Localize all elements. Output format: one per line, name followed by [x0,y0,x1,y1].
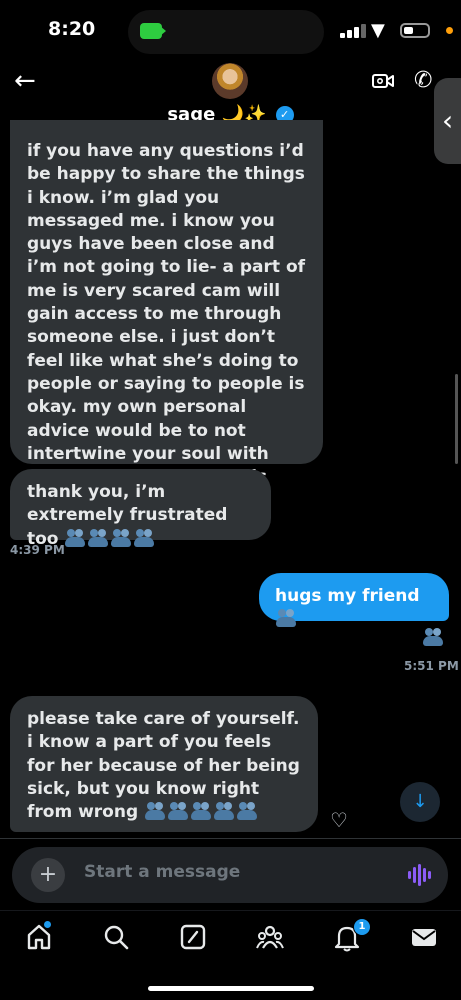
people-hugging-emoji [64,528,86,547]
phone-icon[interactable]: ✆ [414,68,432,93]
home-unread-dot [44,921,51,928]
messages-icon[interactable] [409,922,439,952]
message-received[interactable]: if you have any questions i’d be happy t… [10,120,323,534]
people-hugging-emoji [190,802,212,821]
message-timestamp: 4:39 PM [10,543,65,557]
battery-icon [400,23,430,38]
message-text: hugs my friend [275,586,420,606]
arrow-down-icon: ↓ [412,791,428,812]
video-call-icon[interactable] [372,72,394,90]
people-hugging-emoji [275,609,297,628]
notification-count-badge: 1 [353,918,371,936]
people-hugging-emoji [87,528,109,547]
people-hugging-emoji-group [422,628,445,647]
message-received[interactable]: thank you, i’m extremely frustrated too [10,469,271,549]
message-input[interactable] [84,862,374,882]
scroll-to-bottom-button[interactable]: ↓ [400,782,440,822]
message-timestamp: 5:51 PM [404,659,459,673]
wifi-icon: ▼ [371,20,385,41]
facetime-active-icon[interactable] [140,23,166,39]
people-hugging-emoji-group [275,609,298,629]
arrow-left-icon[interactable]: ← [14,66,36,96]
emoji-message[interactable] [422,628,445,647]
home-indicator[interactable] [148,986,314,991]
side-panel-handle[interactable]: ‹ [434,78,461,164]
voice-waveform-icon[interactable] [408,864,431,886]
people-hugging-emoji [110,528,132,547]
people-hugging-emoji [213,802,235,821]
people-hugging-emoji [167,802,189,821]
avatar[interactable] [212,63,248,99]
people-hugging-emoji [144,802,166,821]
communities-icon[interactable] [255,922,285,952]
status-time: 8:20 [48,18,96,40]
divider [0,910,461,911]
divider [0,838,461,839]
grok-icon[interactable] [178,922,208,952]
people-hugging-emoji-group [64,528,156,549]
microphone-indicator-icon [446,27,453,34]
people-hugging-emoji [133,528,155,547]
plus-icon[interactable]: + [31,858,65,892]
add-reaction-icon[interactable]: ♡ [330,808,348,832]
people-hugging-emoji-group [144,802,259,822]
people-hugging-emoji [236,802,258,821]
cellular-signal-icon [340,24,366,38]
people-hugging-emoji [422,628,444,646]
chevron-left-icon: ‹ [442,104,454,137]
search-icon[interactable] [101,922,131,952]
message-received[interactable]: please take care of yourself. i know a p… [10,696,318,832]
scrollbar[interactable] [455,374,458,464]
message-sent[interactable]: hugs my friend [259,573,449,628]
